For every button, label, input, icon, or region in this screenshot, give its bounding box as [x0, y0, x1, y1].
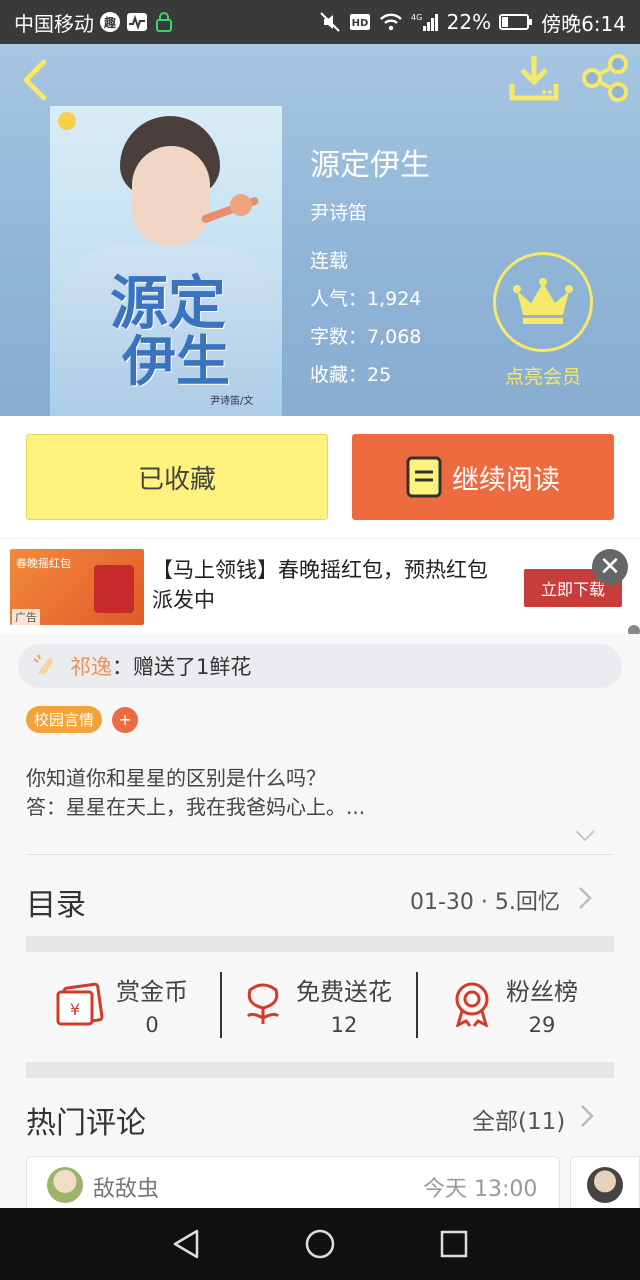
- ad-thumb-text: 春晚摇红包: [16, 557, 71, 570]
- red-envelope-icon: [94, 565, 134, 613]
- system-nav-bar: [0, 1208, 640, 1280]
- book-title: 源定伊生: [310, 148, 430, 183]
- book-icon: [406, 456, 442, 498]
- gift-user: 祁逸: [70, 655, 112, 679]
- word-count-stat: 字数：7,068: [310, 326, 422, 348]
- ad-thumbnail[interactable]: 春晚摇红包 广告: [10, 549, 144, 625]
- ad-title[interactable]: 【马上领钱】春晚摇红包，预热红包派发中: [152, 555, 492, 615]
- crown-icon: [493, 252, 593, 352]
- hd-icon: HD: [349, 12, 371, 32]
- fan-ranking-stat[interactable]: 粉丝榜 29: [450, 952, 578, 1056]
- divider: [26, 854, 614, 855]
- status-bar: 中国移动 趣 HD 4G 22% 傍晚6:14: [0, 0, 640, 44]
- comment-user: 敌敌虫: [93, 1177, 160, 1202]
- share-icon: [582, 54, 628, 102]
- cover-art-face: [132, 146, 210, 246]
- synopsis-line: 答：星星在天上，我在我爸妈心上。...: [26, 795, 366, 819]
- divider: [416, 972, 418, 1038]
- download-button[interactable]: [508, 54, 560, 102]
- continue-reading-button[interactable]: 继续阅读: [352, 434, 614, 520]
- stat-label: 免费送花: [296, 977, 392, 1006]
- hot-comments-header[interactable]: 热门评论 全部(11): [0, 1078, 640, 1141]
- gift-ticker[interactable]: 祁逸 ：赠送了1鲜花: [18, 644, 622, 688]
- download-icon: [509, 56, 559, 101]
- action-bar: 已收藏 继续阅读: [0, 416, 640, 538]
- carrier-label: 中国移动: [14, 11, 94, 36]
- synopsis-line: 你知道你和星星的区别是什么吗？: [26, 766, 326, 790]
- wifi-icon: [379, 12, 403, 32]
- engagement-stats: ¥ 赏金币 0 免费送花 12 粉丝榜 29: [0, 952, 640, 1056]
- lock-icon: [154, 11, 174, 33]
- all-comments-link[interactable]: 全部(11): [472, 1102, 565, 1136]
- genre-tag[interactable]: 校园言情: [26, 706, 103, 733]
- stat-value: 29: [528, 1012, 556, 1037]
- add-tag-icon[interactable]: +: [112, 706, 139, 733]
- avatar[interactable]: [47, 1167, 83, 1203]
- battery-icon: [499, 13, 533, 31]
- clock: 傍晚6:14: [541, 11, 626, 36]
- divider: [220, 972, 222, 1038]
- hot-comments-title: 热门评论: [26, 1106, 146, 1141]
- comment-time: 今天 13:00: [423, 1177, 538, 1202]
- expand-chevron-icon[interactable]: [574, 828, 596, 847]
- book-header: 源定 伊生 尹诗笛/文 源定伊生 尹诗笛 连载 人气：1,924 字数：7,06…: [0, 44, 640, 416]
- section-separator: [26, 936, 614, 952]
- red-envelope-icon: ¥: [56, 982, 104, 1026]
- cover-title-line1: 源定: [110, 269, 227, 337]
- flower-icon: [230, 194, 252, 216]
- cover-author: 尹诗笛/文: [210, 396, 254, 407]
- section-separator: [26, 1062, 614, 1078]
- ad-tag: 广告: [12, 609, 40, 625]
- nav-recents-icon[interactable]: [439, 1229, 469, 1259]
- ad-close-icon[interactable]: ✕: [592, 549, 628, 585]
- continue-reading-label: 继续阅读: [452, 464, 560, 496]
- popularity-stat: 人气：1,924: [310, 288, 422, 310]
- favorited-button[interactable]: 已收藏: [26, 434, 328, 520]
- chevron-right-icon: [578, 886, 592, 914]
- comment-card[interactable]: 敌敌虫 今天 13:00: [26, 1156, 560, 1216]
- stat-value: 12: [330, 1012, 358, 1037]
- share-button[interactable]: [580, 54, 630, 102]
- flower-icon: [246, 983, 280, 1024]
- latest-chapter: 01-30 · 5.回忆: [410, 890, 560, 915]
- ad-banner[interactable]: 春晚摇红包 广告 【马上领钱】春晚摇红包，预热红包派发中 立即下载 ✕: [0, 538, 640, 637]
- reward-coins-stat[interactable]: ¥ 赏金币 0: [56, 952, 188, 1056]
- comment-card[interactable]: [570, 1156, 640, 1216]
- table-of-contents-row[interactable]: 目录 01-30 · 5.回忆: [0, 864, 640, 936]
- svg-text:¥: ¥: [70, 1000, 80, 1019]
- activity-icon: [126, 12, 148, 32]
- nav-back-icon[interactable]: [171, 1228, 201, 1260]
- network-label: 4G: [411, 13, 422, 22]
- medal-icon: [455, 982, 489, 1027]
- vip-button[interactable]: 点亮会员: [490, 252, 596, 389]
- chevron-right-icon: [580, 1104, 594, 1132]
- signal-icon: 4G: [411, 12, 439, 32]
- mute-icon: [319, 11, 341, 33]
- back-button[interactable]: [16, 58, 56, 102]
- avatar[interactable]: [587, 1167, 623, 1203]
- svg-text:HD: HD: [351, 18, 368, 29]
- favorites-stat: 收藏：25: [310, 364, 392, 386]
- free-flower-stat[interactable]: 免费送花 12: [242, 952, 392, 1056]
- back-arrow-icon: [23, 59, 47, 101]
- stat-label: 赏金币: [116, 977, 188, 1006]
- vip-label: 点亮会员: [504, 366, 581, 388]
- toc-title: 目录: [26, 888, 86, 923]
- nav-home-icon[interactable]: [304, 1228, 336, 1260]
- app-badge-icon: 趣: [100, 12, 120, 32]
- gift-message: ：赠送了1鲜花: [112, 655, 252, 679]
- synopsis[interactable]: 你知道你和星星的区别是什么吗？ 答：星星在天上，我在我爸妈心上。...: [26, 764, 616, 822]
- stat-label: 粉丝榜: [506, 977, 578, 1006]
- book-author[interactable]: 尹诗笛: [310, 198, 367, 225]
- stat-value: 0: [145, 1012, 159, 1037]
- tag-list: 校园言情 +: [26, 706, 139, 733]
- cover-title-line2: 伊生: [122, 329, 230, 393]
- book-status: 连载: [310, 250, 349, 272]
- book-detail-content: 祁逸 ：赠送了1鲜花 校园言情 + 你知道你和星星的区别是什么吗？ 答：星星在天…: [0, 634, 640, 1216]
- battery-percent: 22%: [446, 10, 492, 34]
- publisher-logo-icon: [58, 112, 76, 130]
- clap-icon: [33, 654, 54, 675]
- book-cover[interactable]: 源定 伊生 尹诗笛/文: [50, 106, 282, 416]
